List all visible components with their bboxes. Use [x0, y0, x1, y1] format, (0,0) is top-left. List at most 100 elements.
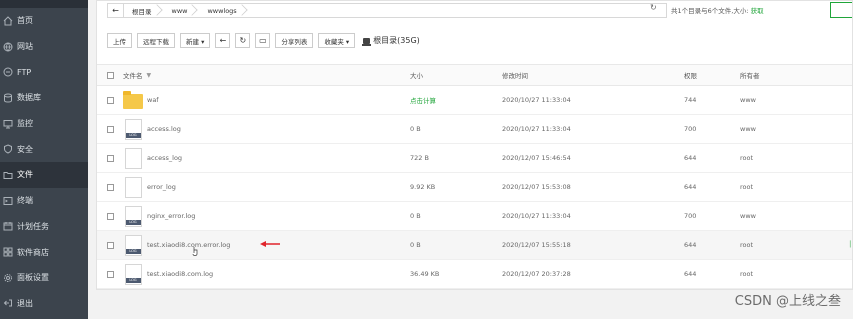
row-checkbox[interactable] — [106, 96, 114, 104]
file-size[interactable]: 点击计算 — [410, 95, 502, 105]
row-checkbox[interactable] — [106, 270, 114, 278]
sidebar-item-label: 终端 — [17, 196, 33, 206]
sidebar-item-label: 面板设置 — [17, 273, 49, 283]
file-permission[interactable]: 644 — [684, 183, 740, 191]
table-row[interactable]: test.xiaodi8.com.error.log 0 B 2020/12/07 … — [97, 231, 852, 260]
sidebar-item-8[interactable]: 计划任务 — [0, 214, 88, 240]
refresh-icon[interactable]: ↻ — [650, 3, 657, 12]
database-icon — [2, 92, 14, 104]
file-owner[interactable]: www — [740, 125, 800, 133]
file-size: 36.49 KB — [410, 270, 440, 278]
disk-label: 根目录(35G) — [373, 36, 420, 45]
upload-button[interactable]: 上传 — [107, 33, 132, 48]
file-permission[interactable]: 644 — [684, 154, 740, 162]
file-name[interactable]: waf — [147, 96, 159, 104]
terminal-icon[interactable]: ▭ — [255, 33, 271, 48]
sidebar-item-label: 文件 — [17, 170, 33, 180]
sidebar-item-1[interactable]: 网站 — [0, 34, 88, 60]
file-mtime: 2020/12/07 15:53:08 — [502, 183, 571, 191]
file-owner[interactable]: root — [740, 154, 800, 162]
path-bar: ← 根目录 www wwwlogs — [107, 3, 667, 18]
breadcrumb-wwwlogs[interactable]: wwwlogs — [199, 4, 248, 17]
file-size: 0 B — [410, 241, 421, 249]
search-input[interactable] — [830, 2, 852, 18]
table-row[interactable]: access_log 722 B 2020/12/07 15:46:54 644 roo… — [97, 144, 852, 173]
file-permission[interactable]: 644 — [684, 241, 740, 249]
back-icon[interactable]: ← — [215, 33, 231, 48]
row-checkbox[interactable] — [106, 241, 114, 249]
file-owner[interactable]: www — [740, 96, 800, 104]
file-table: 文件名 ▼ 大小 修改时间 权限 所有者 waf 点击计算 2020/10/27 11… — [97, 64, 852, 289]
table-row[interactable]: test.xiaodi8.com.log 36.49 KB 2020/12/07 2… — [97, 260, 852, 289]
sidebar-item-4[interactable]: 监控 — [0, 111, 88, 137]
column-permission[interactable]: 权限 — [684, 70, 740, 80]
refresh-icon[interactable]: ↻ — [235, 33, 251, 48]
calendar-icon — [2, 220, 14, 232]
row-checkbox[interactable] — [106, 183, 114, 191]
toolbar: 上传 远程下载 新建 ▾ ← ↻ ▭ 分享列表 收藏夹 ▾ 根目录(35G) — [107, 33, 420, 48]
shield-icon — [2, 143, 14, 155]
table-row[interactable]: nginx_error.log 0 B 2020/10/27 11:33:04 700… — [97, 202, 852, 231]
column-name[interactable]: 文件名 ▼ — [123, 70, 410, 81]
column-owner[interactable]: 所有者 — [740, 70, 800, 80]
file-permission[interactable]: 644 — [684, 270, 740, 278]
file-icon — [124, 234, 142, 256]
row-checkbox[interactable] — [106, 154, 114, 162]
sidebar-item-label: 监控 — [17, 119, 33, 129]
sidebar-item-label: 网站 — [17, 42, 33, 52]
sidebar-item-11[interactable]: 退出 — [0, 291, 88, 317]
row-checkbox[interactable] — [106, 212, 114, 220]
row-checkbox[interactable] — [106, 125, 114, 133]
sort-icon[interactable]: ▼ — [147, 72, 152, 79]
sidebar-item-label: 安全 — [17, 144, 33, 154]
grid-icon — [2, 246, 14, 258]
file-name[interactable]: nginx_error.log — [147, 212, 195, 220]
sidebar-item-7[interactable]: 终端 — [0, 188, 88, 214]
file-permission[interactable]: 744 — [684, 96, 740, 104]
file-owner[interactable]: root — [740, 183, 800, 191]
file-name[interactable]: access_log — [147, 154, 182, 162]
gear-icon — [2, 272, 14, 284]
row-action-link[interactable]: │ — [848, 241, 852, 248]
sidebar-item-2[interactable]: FTP — [0, 59, 88, 85]
table-row[interactable]: error_log 9.92 KB 2020/12/07 15:53:08 644 ro… — [97, 173, 852, 202]
table-row[interactable]: access.log 0 B 2020/10/27 11:33:04 700www — [97, 115, 852, 144]
disk-icon — [362, 37, 372, 46]
folder-icon — [123, 90, 143, 109]
file-mtime: 2020/12/07 15:55:18 — [502, 241, 571, 249]
file-name[interactable]: error_log — [147, 183, 176, 191]
file-owner[interactable]: www — [740, 212, 800, 220]
sidebar-item-label: 计划任务 — [17, 221, 49, 231]
sidebar-item-9[interactable]: 软件商店 — [0, 239, 88, 265]
table-row[interactable]: waf 点击计算 2020/10/27 11:33:04 744 www — [97, 86, 852, 115]
file-manager-panel: ← 根目录 www wwwlogs ↻ 共1个目录与6个文件,大小: 获取 上传… — [96, 0, 853, 290]
sidebar-item-3[interactable]: 数据库 — [0, 85, 88, 111]
sidebar-item-0[interactable]: 首页 — [0, 8, 88, 34]
file-name[interactable]: test.xiaodi8.com.error.log — [147, 241, 230, 249]
remote-download-button[interactable]: 远程下载 — [137, 33, 175, 48]
breadcrumb-www[interactable]: www — [164, 4, 200, 17]
file-permission[interactable]: 700 — [684, 212, 740, 220]
file-owner[interactable]: root — [740, 270, 800, 278]
column-mtime[interactable]: 修改时间 — [502, 70, 684, 80]
sidebar-item-10[interactable]: 面板设置 — [0, 265, 88, 291]
globe-icon — [2, 41, 14, 53]
select-all-checkbox[interactable] — [106, 71, 114, 79]
sidebar-item-5[interactable]: 安全 — [0, 136, 88, 162]
terminal-icon — [2, 195, 14, 207]
file-name[interactable]: test.xiaodi8.com.log — [147, 270, 213, 278]
file-owner[interactable]: root — [740, 241, 800, 249]
file-mtime: 2020/12/07 15:46:54 — [502, 154, 571, 162]
column-size[interactable]: 大小 — [410, 70, 502, 80]
file-permission[interactable]: 700 — [684, 125, 740, 133]
favorites-dropdown-button[interactable]: 收藏夹 ▾ — [318, 33, 356, 48]
share-list-button[interactable]: 分享列表 — [275, 33, 314, 48]
breadcrumb-root[interactable]: 根目录 — [124, 4, 164, 17]
file-name[interactable]: access.log — [147, 125, 181, 133]
disk-info[interactable]: 根目录(35G) — [362, 35, 420, 46]
sidebar-item-6[interactable]: 文件 — [0, 162, 88, 188]
logout-icon — [2, 297, 14, 309]
new-dropdown-button[interactable]: 新建 ▾ — [180, 33, 211, 48]
path-back-button[interactable]: ← — [108, 4, 124, 17]
get-size-link[interactable]: 获取 — [751, 7, 764, 15]
